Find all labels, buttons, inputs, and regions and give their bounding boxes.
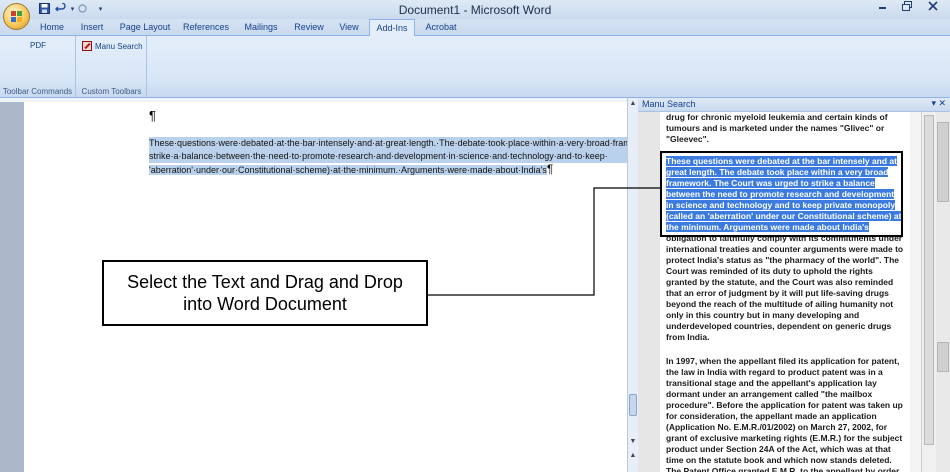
customize-qat-icon[interactable]: ▾ xyxy=(94,3,107,16)
paragraph-mark: ¶ xyxy=(149,108,156,123)
task-pane-title: Manu Search xyxy=(642,99,696,109)
pane-paragraph-2: In 1997, when the appellant filed its ap… xyxy=(666,356,903,472)
tab-acrobat[interactable]: Acrobat xyxy=(418,19,464,36)
title-bar: Document1 - Microsoft Word ▾ ▾ xyxy=(0,0,950,19)
ribbon: PDF Toolbar Commands Manu Search Custom … xyxy=(0,36,950,98)
tab-insert[interactable]: Insert xyxy=(72,19,112,36)
office-logo-icon xyxy=(11,11,23,23)
selected-text[interactable]: These·questions·were·debated·at·the·bar·… xyxy=(149,137,627,177)
scroll-thumb[interactable] xyxy=(629,394,637,416)
instruction-callout: Select the Text and Drag and Drop into W… xyxy=(102,260,428,326)
tab-add-ins[interactable]: Add-Ins xyxy=(369,19,415,37)
pane-left-margin xyxy=(638,112,660,472)
task-pane-header: Manu Search ▾ ✕ xyxy=(638,98,950,112)
tab-view[interactable]: View xyxy=(332,19,366,36)
text-line: 'aberration'·under·our·Constitutional·sc… xyxy=(149,165,547,175)
manu-search-button[interactable]: Manu Search xyxy=(82,41,143,51)
tab-page-layout[interactable]: Page Layout xyxy=(114,19,176,36)
text-line: strike·a·balance·between·the·need·to·pro… xyxy=(149,150,627,163)
background-window-edge xyxy=(936,112,950,472)
minimize-icon[interactable] xyxy=(872,1,894,17)
save-icon[interactable] xyxy=(38,3,51,16)
scroll-up-icon[interactable]: ▲ xyxy=(628,100,638,107)
tab-home[interactable]: Home xyxy=(34,19,70,36)
pane-paragraph-1: obligation to faithfully comply with its… xyxy=(666,233,904,342)
text-line: These·questions·were·debated·at·the·bar·… xyxy=(149,137,627,150)
manu-search-icon xyxy=(82,41,92,51)
group-label: Custom Toolbars xyxy=(81,87,142,96)
background-scroll xyxy=(937,342,949,372)
redo-icon[interactable] xyxy=(76,3,89,16)
scroll-down-icon[interactable]: ▼ xyxy=(628,438,638,445)
document-scrollbar[interactable]: ▲ ▼ ▲ xyxy=(627,98,638,472)
task-pane-controls[interactable]: ▾ ✕ xyxy=(931,98,946,109)
tab-mailings[interactable]: Mailings xyxy=(236,19,286,36)
end-paragraph-mark: ¶ xyxy=(546,162,554,176)
ribbon-group-toolbar-commands: PDF Toolbar Commands xyxy=(0,36,76,97)
window-title: Document1 - Microsoft Word xyxy=(398,3,552,17)
office-button[interactable] xyxy=(3,3,30,30)
task-pane-scrollbar[interactable] xyxy=(921,112,936,472)
callout-line-2: into Word Document xyxy=(183,294,347,314)
previous-page-icon[interactable]: ▲ xyxy=(628,452,638,459)
tab-review[interactable]: Review xyxy=(288,19,330,36)
scroll-thumb[interactable] xyxy=(924,115,934,445)
ribbon-tabs: Home Insert Page Layout References Maili… xyxy=(0,19,950,37)
close-icon[interactable] xyxy=(922,1,944,17)
group-label: Toolbar Commands xyxy=(2,87,73,96)
manu-search-label: Manu Search xyxy=(95,41,143,51)
tab-references[interactable]: References xyxy=(178,19,234,36)
background-scroll xyxy=(937,122,949,202)
ribbon-group-custom-toolbars: Manu Search Custom Toolbars xyxy=(77,36,147,97)
pane-text-top: drug for chronic myeloid leukemia and ce… xyxy=(666,112,888,144)
maximize-icon[interactable] xyxy=(896,1,918,17)
callout-line-1: Select the Text and Drag and Drop xyxy=(127,272,403,292)
pdf-button[interactable]: PDF xyxy=(30,41,46,50)
highlight-box xyxy=(660,151,903,237)
